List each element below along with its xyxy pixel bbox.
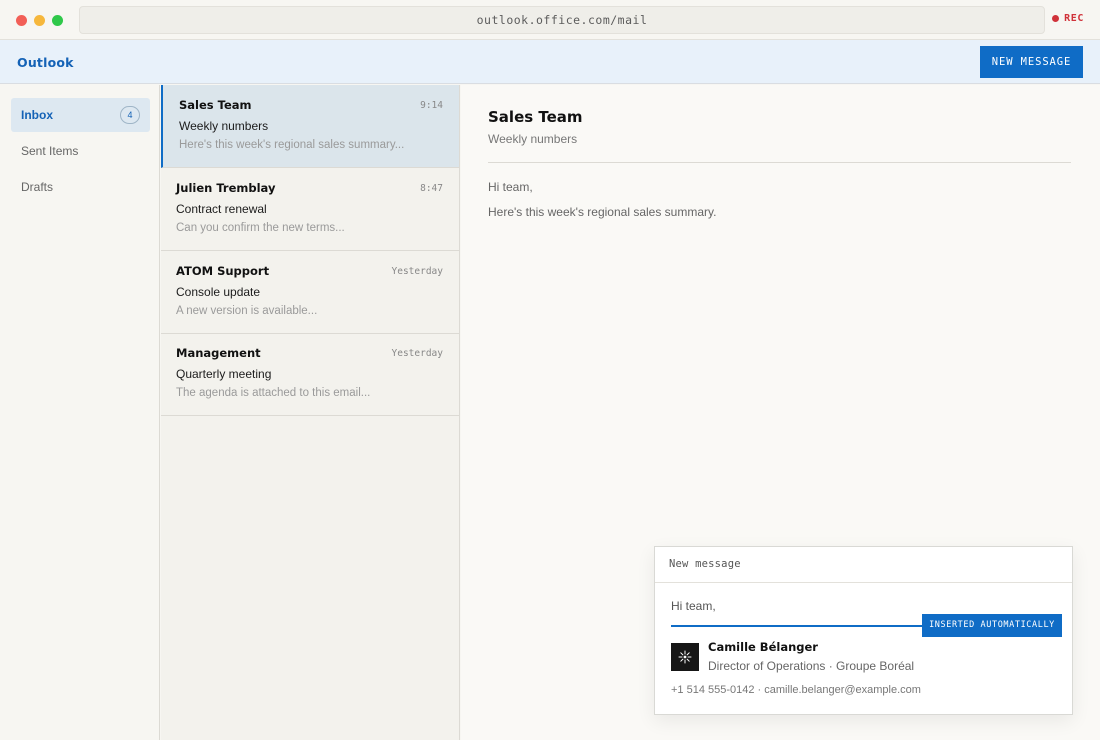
divider [655, 582, 1072, 583]
divider [488, 162, 1071, 163]
folder-sent-items[interactable]: Sent Items [11, 134, 150, 168]
compose-window[interactable]: New message Hi team, INSERTED AUTOMATICA… [654, 546, 1073, 715]
folder-label: Sent Items [21, 144, 79, 158]
message-preview: Can you confirm the new terms... [176, 222, 345, 234]
folder-inbox[interactable]: Inbox 4 [11, 98, 150, 132]
signature-logo [671, 643, 699, 671]
message-item[interactable]: Sales Team 9:14 Weekly numbers Here's th… [161, 85, 459, 168]
signature-name: Camille Bélanger [708, 640, 818, 654]
unread-count-badge: 4 [120, 106, 140, 124]
message-time: 9:14 [420, 100, 443, 111]
message-sender: ATOM Support [176, 264, 270, 278]
maximize-window-button[interactable] [52, 15, 63, 26]
message-preview: A new version is available... [176, 305, 318, 317]
folder-sidebar: Inbox 4 Sent Items Drafts [0, 85, 160, 740]
compose-title: New message [669, 558, 741, 570]
message-item[interactable]: ATOM Support Yesterday Console update A … [161, 251, 459, 334]
minimize-window-button[interactable] [34, 15, 45, 26]
record-dot-icon [1052, 15, 1060, 22]
reading-body: Here's this week's regional sales summar… [488, 205, 717, 219]
message-item[interactable]: Management Yesterday Quarterly meeting T… [161, 333, 459, 416]
message-subject: Quarterly meeting [176, 367, 272, 381]
new-message-button[interactable]: NEW MESSAGE [980, 46, 1083, 78]
folder-drafts[interactable]: Drafts [11, 170, 150, 204]
app-logo[interactable]: Outlook [17, 55, 74, 70]
folder-label: Drafts [21, 180, 54, 194]
message-time: 8:47 [420, 183, 443, 194]
message-subject: Contract renewal [176, 202, 267, 216]
reading-sender: Sales Team [488, 108, 583, 126]
reading-greeting: Hi team, [488, 180, 533, 194]
starburst-icon [678, 650, 692, 664]
folder-label: Inbox [21, 108, 53, 122]
message-sender: Julien Tremblay [176, 181, 276, 195]
message-preview: Here's this week's regional sales summar… [179, 139, 405, 151]
recording-label: REC [1064, 13, 1084, 24]
browser-chrome: outlook.office.com/mail REC [0, 0, 1100, 40]
signature-contact: +1 514 555-0142 · camille.belanger@examp… [671, 684, 921, 696]
message-time: Yesterday [391, 266, 443, 277]
reading-subject: Weekly numbers [488, 132, 578, 146]
app-header: Outlook NEW MESSAGE [0, 40, 1100, 84]
message-time: Yesterday [391, 348, 443, 359]
close-window-button[interactable] [16, 15, 27, 26]
message-preview: The agenda is attached to this email... [176, 387, 371, 399]
message-item[interactable]: Julien Tremblay 8:47 Contract renewal Ca… [161, 168, 459, 251]
message-subject: Weekly numbers [179, 119, 269, 133]
message-sender: Management [176, 346, 261, 360]
recording-indicator: REC [1052, 13, 1084, 24]
address-bar[interactable]: outlook.office.com/mail [79, 6, 1045, 34]
inserted-automatically-badge: INSERTED AUTOMATICALLY [922, 614, 1062, 637]
message-list: Sales Team 9:14 Weekly numbers Here's th… [161, 85, 460, 740]
signature-insert-marker [671, 625, 925, 627]
message-sender: Sales Team [179, 98, 252, 112]
compose-body-text[interactable]: Hi team, [671, 599, 716, 613]
signature-title: Director of Operations · Groupe Boréal [708, 659, 915, 673]
message-subject: Console update [176, 285, 261, 299]
